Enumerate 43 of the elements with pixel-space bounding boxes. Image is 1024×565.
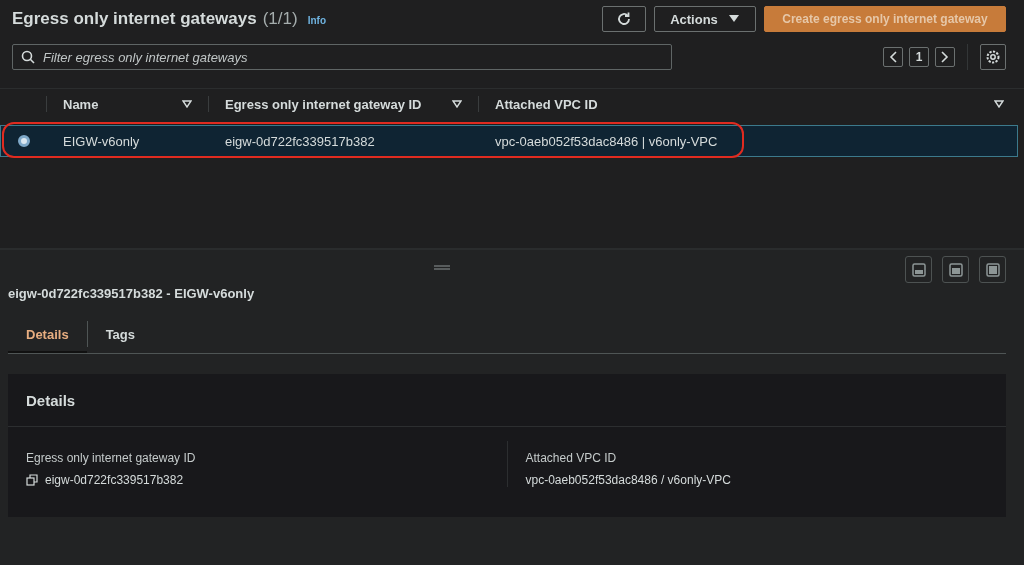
field-value: vpc-0aeb052f53dac8486 / v6only-VPC <box>525 473 731 487</box>
sort-icon <box>994 100 1004 108</box>
card-title: Details <box>8 374 1006 427</box>
search-icon <box>21 50 35 64</box>
settings-icon <box>985 49 1001 65</box>
table-cell-text: EIGW-v6only <box>62 133 141 149</box>
table-cell-text: eigw-0d722fc339517b382 <box>224 133 376 149</box>
panel-top-icon <box>947 261 964 278</box>
tab[interactable]: Details <box>8 315 87 353</box>
panel-full-icon <box>984 261 1001 278</box>
chevron-left-icon <box>889 51 897 63</box>
column-header[interactable]: Attached VPC ID <box>478 96 1024 112</box>
filter-field[interactable]: Filter egress only internet gateways <box>12 44 672 70</box>
field-label: Attached VPC ID <box>525 451 618 465</box>
page-number-button[interactable]: 1 <box>909 47 929 67</box>
panel-bottom-icon <box>910 261 927 278</box>
drag-handle-icon[interactable] <box>434 264 450 270</box>
split-side-button[interactable] <box>942 256 969 283</box>
actions-button[interactable]: Actions <box>654 6 756 32</box>
radio-button[interactable] <box>18 135 30 147</box>
table-row[interactable]: EIGW-v6only eigw-0d722fc339517b382 vpc-0aeb052f53dac8486 | v6only-VPC <box>0 125 1018 157</box>
item-count: (1/1) <box>262 9 298 29</box>
split-full-button[interactable] <box>979 256 1006 283</box>
detail-title: eigw-0d722fc339517b382 - EIGW-v6only <box>8 286 256 301</box>
next-page-button[interactable] <box>935 47 955 67</box>
page-title: Egress only internet gateways <box>12 9 257 29</box>
previous-page-button[interactable] <box>883 47 903 67</box>
sort-icon <box>182 100 192 108</box>
split-bottom-button[interactable] <box>905 256 932 283</box>
chevron-right-icon <box>941 51 949 63</box>
refresh-button[interactable] <box>602 6 646 32</box>
copy-icon[interactable] <box>26 474 38 486</box>
refresh-icon <box>616 11 632 27</box>
field-label: Egress only internet gateway ID <box>26 451 197 465</box>
caret-icon <box>727 14 740 24</box>
sort-icon <box>452 100 462 108</box>
column-header[interactable]: Name <box>46 96 208 112</box>
tab[interactable]: Tags <box>87 315 154 353</box>
info-link[interactable]: Info <box>307 15 326 26</box>
column-header[interactable]: Egress only internet gateway ID <box>208 96 478 112</box>
field-value: eigw-0d722fc339517b382 <box>45 473 184 487</box>
table-cell-text: vpc-0aeb052f53dac8486 | v6only-VPC <box>494 133 719 149</box>
settings-button[interactable] <box>980 44 1006 70</box>
